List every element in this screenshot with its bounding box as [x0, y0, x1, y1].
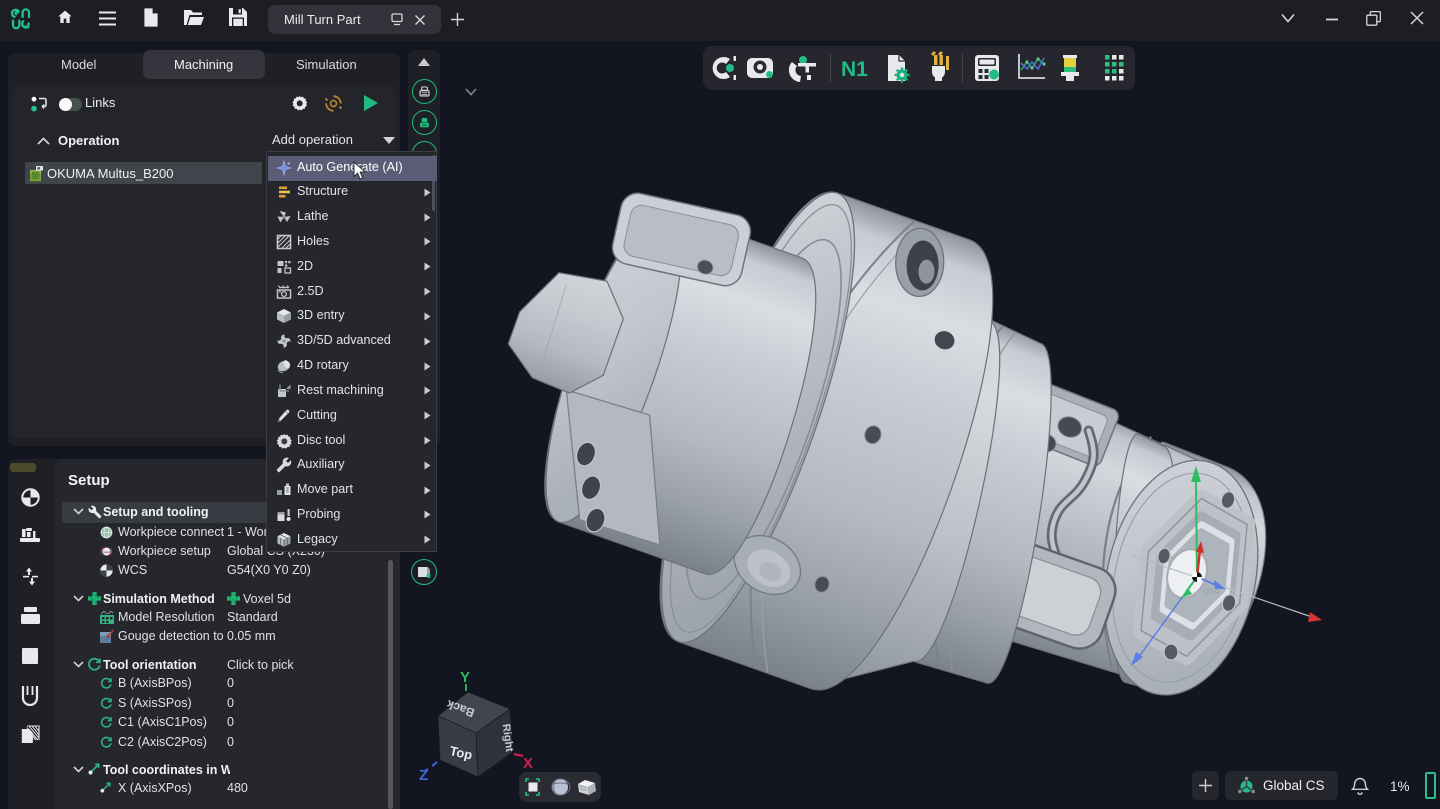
svg-text:Y: Y	[460, 669, 470, 686]
svg-text:G54: G54	[1204, 587, 1220, 596]
svg-text:X: X	[523, 755, 533, 772]
svg-text:M1: M1	[772, 75, 779, 81]
svg-text:Z: Z	[419, 767, 428, 784]
svg-text:N1: N1	[841, 58, 868, 81]
